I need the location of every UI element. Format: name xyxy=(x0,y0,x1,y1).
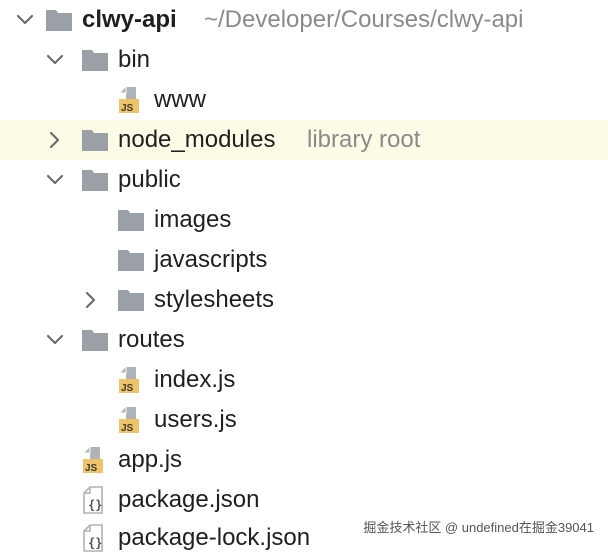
folder-icon xyxy=(80,125,110,155)
chevron-down-icon[interactable] xyxy=(44,169,66,191)
tree-row-file[interactable]: {} package.json xyxy=(0,480,608,520)
svg-text:{}: {} xyxy=(88,498,102,512)
watermark-text: 掘金技术社区 @ undefined在掘金39041 xyxy=(359,518,598,538)
tree-row-file[interactable]: JS users.js xyxy=(0,400,608,440)
tree-item-label: node_modules xyxy=(118,126,276,153)
tree-item-label: package-lock.json xyxy=(118,524,311,551)
chevron-right-icon[interactable] xyxy=(80,289,102,311)
js-file-icon: JS xyxy=(116,85,146,115)
tree-row-folder[interactable]: stylesheets xyxy=(0,280,608,320)
js-file-icon: JS xyxy=(80,445,110,475)
folder-icon xyxy=(116,245,146,275)
chevron-right-icon[interactable] xyxy=(44,129,66,151)
folder-icon xyxy=(44,5,74,35)
json-file-icon: {} xyxy=(80,523,110,553)
tree-item-label: routes xyxy=(118,326,185,353)
root-folder-name: clwy-api xyxy=(82,6,177,33)
js-file-icon: JS xyxy=(116,405,146,435)
chevron-down-icon[interactable] xyxy=(44,329,66,351)
folder-icon xyxy=(116,205,146,235)
tree-row-root[interactable]: clwy-api ~/Developer/Courses/clwy-api xyxy=(0,0,608,40)
svg-text:{}: {} xyxy=(88,536,102,550)
root-path-hint: ~/Developer/Courses/clwy-api xyxy=(204,6,524,33)
tree-item-label: javascripts xyxy=(154,246,268,273)
json-file-icon: {} xyxy=(80,485,110,515)
folder-icon xyxy=(116,285,146,315)
tree-row-file[interactable]: JS www xyxy=(0,80,608,120)
tree-row-folder[interactable]: javascripts xyxy=(0,240,608,280)
tree-item-label: app.js xyxy=(118,446,183,473)
folder-icon xyxy=(80,45,110,75)
project-tree: clwy-api ~/Developer/Courses/clwy-api bi… xyxy=(0,0,608,552)
tree-row-folder[interactable]: images xyxy=(0,200,608,240)
tree-row-folder[interactable]: public xyxy=(0,160,608,200)
library-root-hint: library root xyxy=(307,126,421,153)
tree-row-folder[interactable]: bin xyxy=(0,40,608,80)
folder-icon xyxy=(80,165,110,195)
tree-row-file[interactable]: JS app.js xyxy=(0,440,608,480)
tree-row-folder[interactable]: routes xyxy=(0,320,608,360)
svg-text:JS: JS xyxy=(85,463,98,474)
tree-item-label: index.js xyxy=(154,366,236,393)
tree-item-label: www xyxy=(154,86,206,113)
tree-row-file[interactable]: JS index.js xyxy=(0,360,608,400)
js-file-icon: JS xyxy=(116,365,146,395)
tree-item-label: users.js xyxy=(154,406,237,433)
tree-item-label: images xyxy=(154,206,232,233)
chevron-down-icon[interactable] xyxy=(44,49,66,71)
tree-item-label: bin xyxy=(118,46,151,73)
folder-icon xyxy=(80,325,110,355)
svg-text:JS: JS xyxy=(121,383,134,394)
svg-text:JS: JS xyxy=(121,103,134,114)
chevron-down-icon[interactable] xyxy=(14,9,36,31)
svg-text:JS: JS xyxy=(121,423,134,434)
tree-item-label: public xyxy=(118,166,181,193)
tree-item-label: package.json xyxy=(118,486,260,513)
tree-row-folder-highlighted[interactable]: node_modules library root xyxy=(0,120,608,160)
tree-item-label: stylesheets xyxy=(154,286,275,313)
